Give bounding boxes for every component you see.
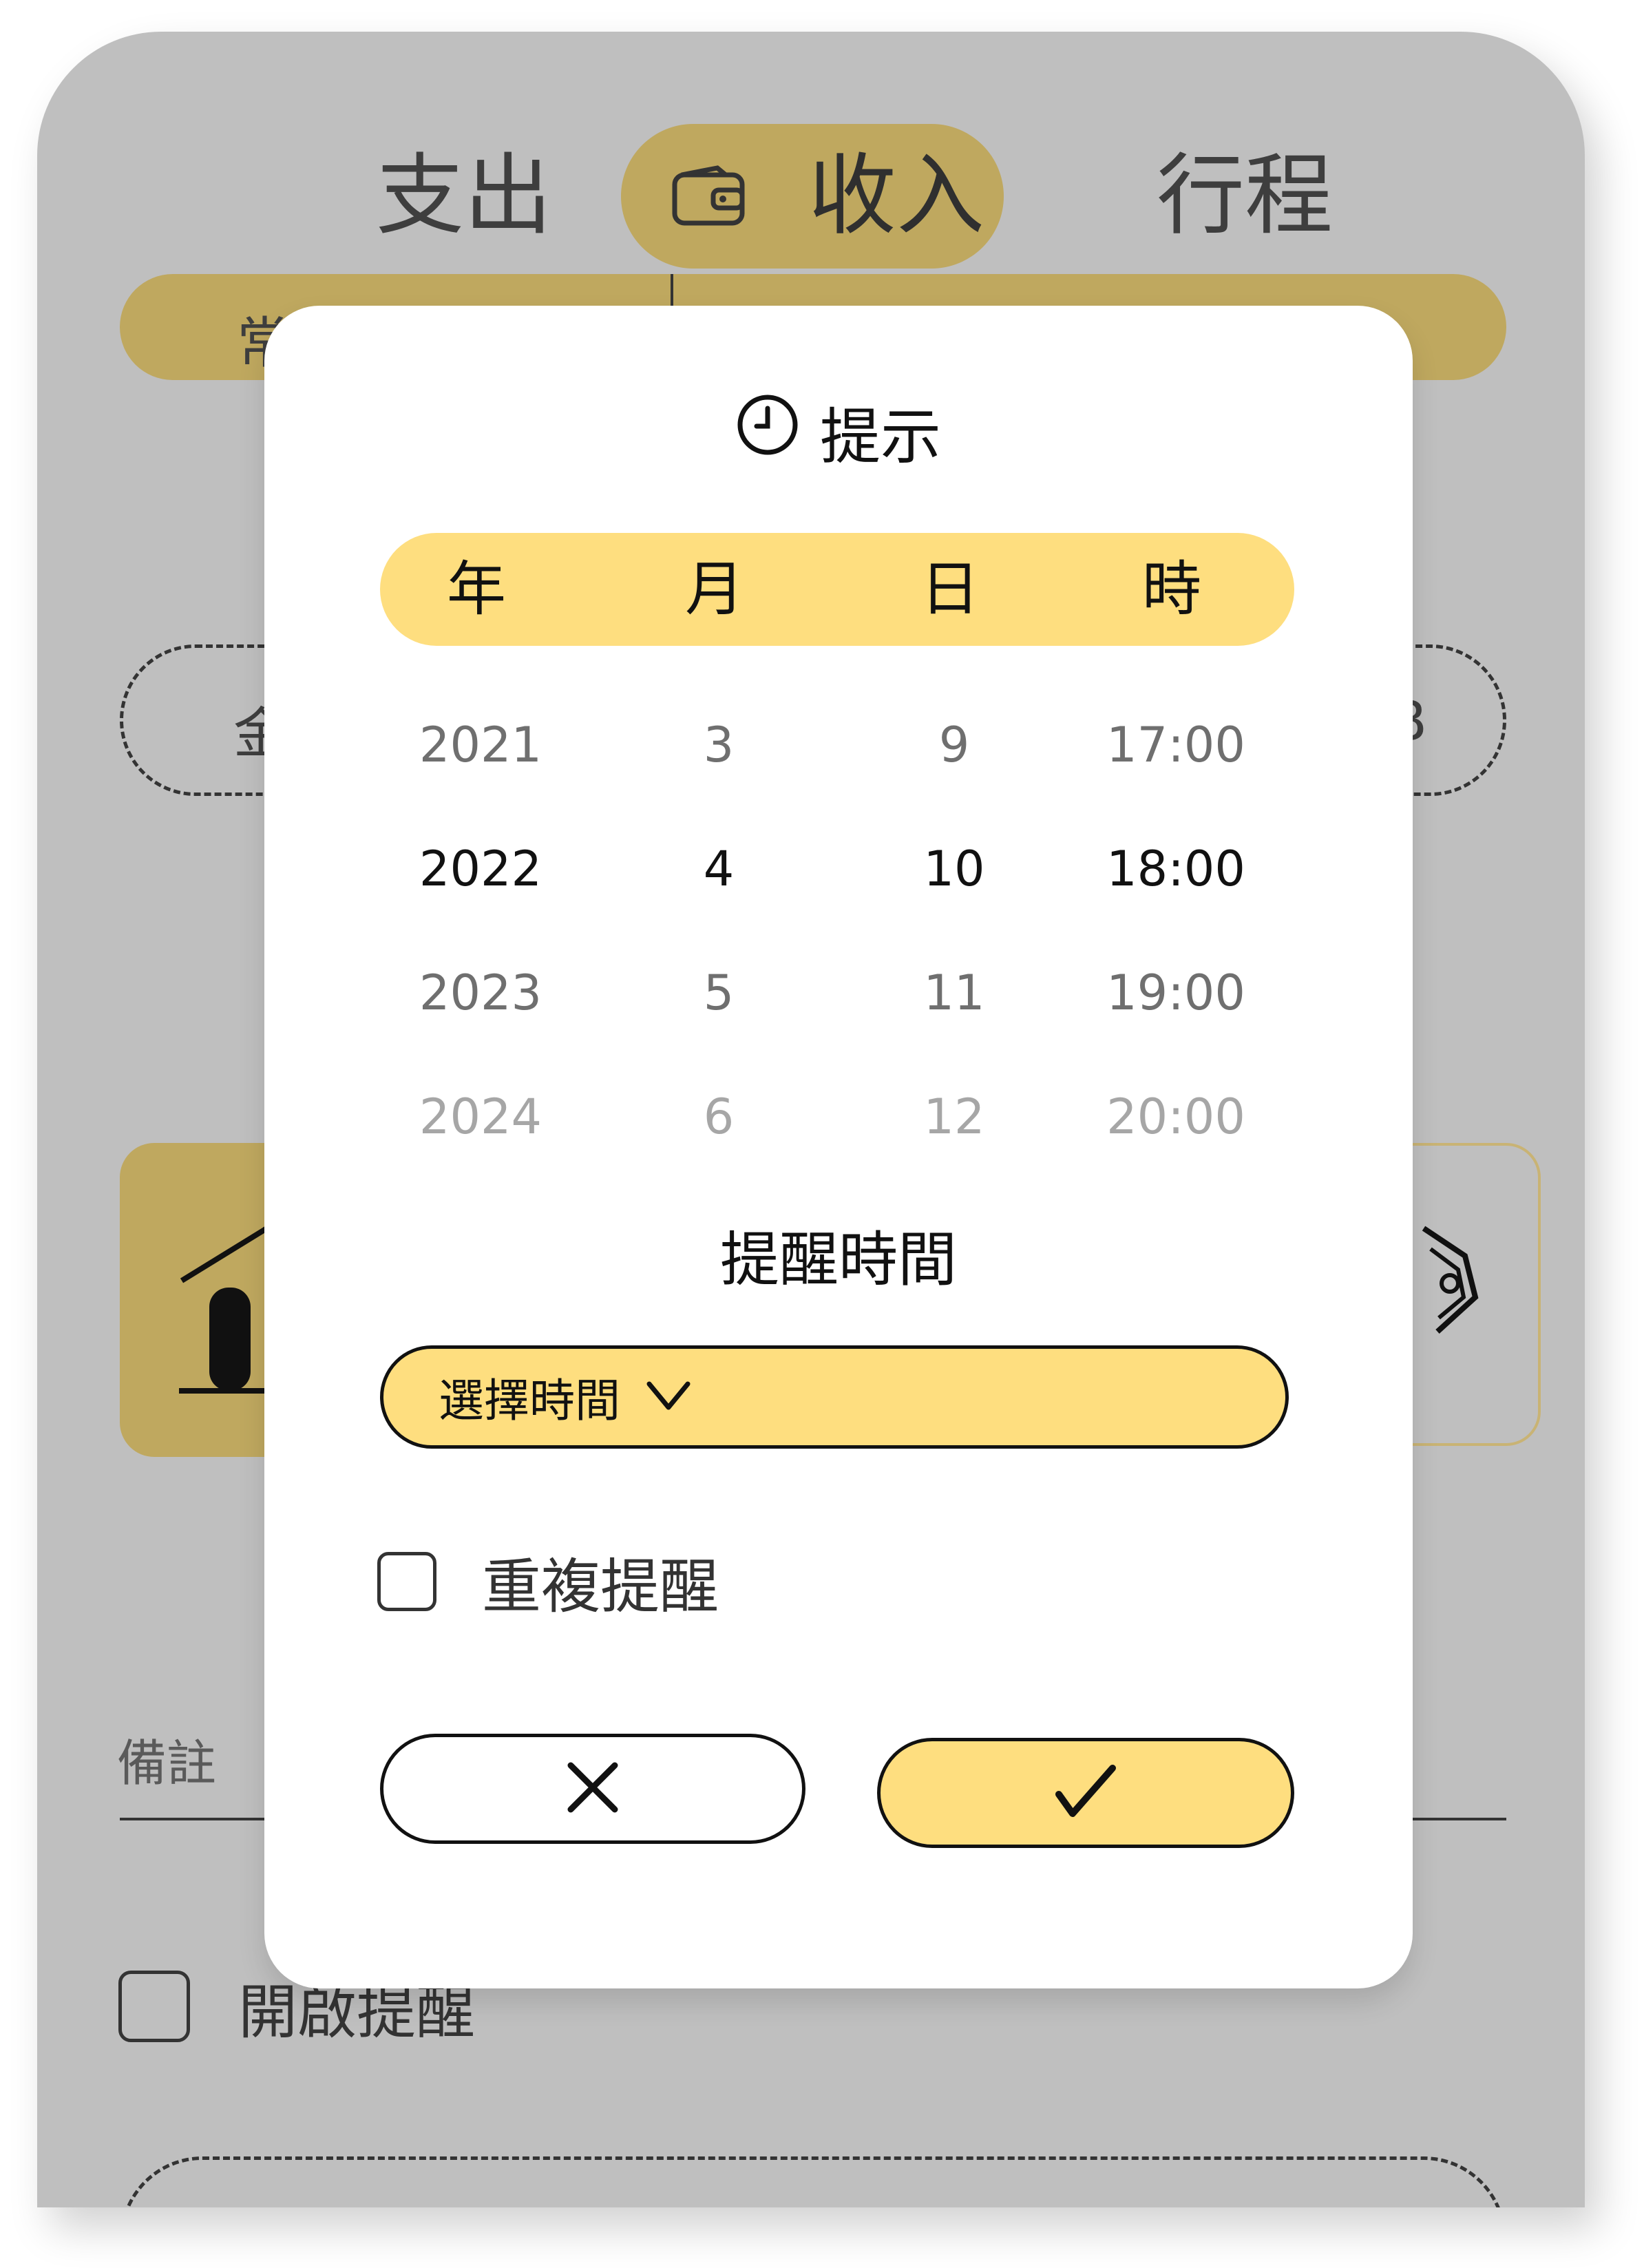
reminder-dialog: 提示 年 月 日 時 2021 3 9 17:00 2022 4 10 18:0… bbox=[264, 306, 1413, 1988]
year-option-selected[interactable]: 2022 bbox=[377, 828, 584, 910]
year-option[interactable]: 2023 bbox=[377, 952, 584, 1034]
tab-schedule[interactable]: 行程 bbox=[1157, 151, 1333, 241]
repeat-reminder-label: 重複提醒 bbox=[482, 1553, 719, 1621]
picker-header: 年 月 日 時 bbox=[380, 533, 1294, 646]
money-icon bbox=[1410, 1221, 1486, 1341]
close-icon bbox=[565, 1760, 620, 1818]
cancel-button[interactable] bbox=[380, 1734, 805, 1844]
tab-schedule-label: 行程 bbox=[1157, 145, 1334, 247]
reminder-time-title: 提醒時間 bbox=[720, 1226, 957, 1294]
month-option[interactable]: 3 bbox=[615, 704, 822, 786]
year-option[interactable]: 2024 bbox=[377, 1075, 584, 1158]
select-time-dropdown[interactable]: 選擇時間 bbox=[380, 1345, 1289, 1449]
wallet-icon bbox=[672, 165, 745, 230]
hour-option[interactable]: 20:00 bbox=[1073, 1075, 1279, 1158]
select-time-label: 選擇時間 bbox=[439, 1374, 620, 1427]
column-month: 月 bbox=[685, 555, 744, 624]
year-option[interactable]: 2021 bbox=[377, 704, 584, 786]
month-option[interactable]: 5 bbox=[615, 952, 822, 1034]
hour-option[interactable]: 19:00 bbox=[1073, 952, 1279, 1034]
column-hour: 時 bbox=[1142, 555, 1201, 624]
tab-expense[interactable]: 支出 bbox=[376, 151, 552, 241]
day-option[interactable]: 11 bbox=[851, 952, 1057, 1034]
chevron-down-icon bbox=[645, 1378, 692, 1416]
tab-income-label: 收入 bbox=[808, 145, 985, 247]
clock-icon bbox=[736, 393, 799, 471]
day-option[interactable]: 9 bbox=[851, 704, 1057, 786]
hour-option[interactable]: 17:00 bbox=[1073, 704, 1279, 786]
confirm-button[interactable] bbox=[877, 1738, 1294, 1848]
bottom-dashed-field[interactable] bbox=[120, 2156, 1506, 2207]
repeat-reminder-row[interactable]: 重複提醒 bbox=[377, 1538, 719, 1624]
month-option-selected[interactable]: 4 bbox=[615, 828, 822, 910]
month-option[interactable]: 6 bbox=[615, 1075, 822, 1158]
enable-reminder-checkbox[interactable] bbox=[118, 1971, 190, 2042]
picker-row[interactable]: 2024 6 12 20:00 bbox=[264, 1075, 1413, 1158]
hour-option-selected[interactable]: 18:00 bbox=[1073, 828, 1279, 910]
picker-row[interactable]: 2023 5 11 19:00 bbox=[264, 952, 1413, 1034]
dialog-title-text: 提示 bbox=[819, 401, 941, 472]
note-label: 備註 bbox=[117, 1734, 217, 1792]
picker-row-selected[interactable]: 2022 4 10 18:00 bbox=[264, 828, 1413, 910]
picker-row[interactable]: 2021 3 9 17:00 bbox=[264, 704, 1413, 786]
day-option[interactable]: 12 bbox=[851, 1075, 1057, 1158]
column-day: 日 bbox=[920, 555, 980, 624]
dialog-title: 提示 bbox=[264, 388, 1413, 476]
tab-expense-label: 支出 bbox=[376, 145, 553, 247]
tab-income[interactable]: 收入 bbox=[621, 124, 1004, 269]
checkmark-icon bbox=[1055, 1764, 1117, 1822]
day-option-selected[interactable]: 10 bbox=[851, 828, 1057, 910]
column-year: 年 bbox=[447, 555, 506, 624]
repeat-reminder-checkbox[interactable] bbox=[377, 1551, 436, 1611]
